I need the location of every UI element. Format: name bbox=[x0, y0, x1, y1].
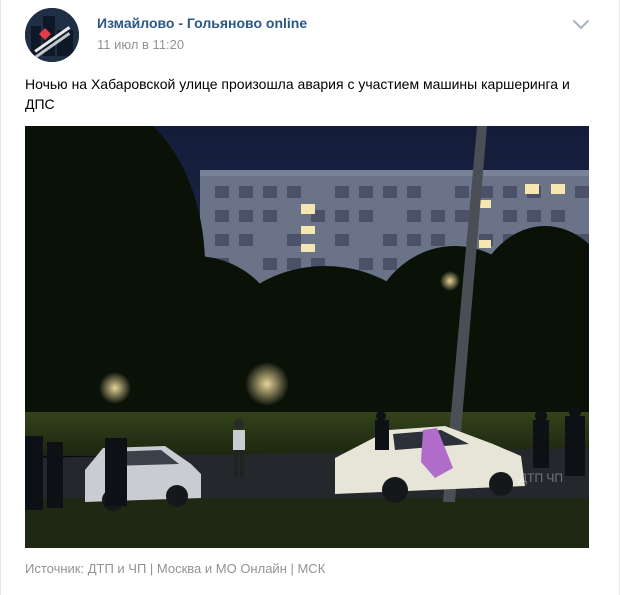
group-avatar[interactable] bbox=[25, 8, 79, 62]
night-accident-photo: ДТП ЧП bbox=[25, 126, 589, 548]
post-text: Ночью на Хабаровской улице произошла ава… bbox=[25, 76, 570, 112]
post-photo[interactable]: ДТП ЧП bbox=[25, 126, 589, 548]
post-card: Измайлово - Гольяново online 11 июл в 11… bbox=[0, 0, 620, 595]
group-avatar-icon bbox=[25, 8, 79, 62]
post-menu-button[interactable] bbox=[573, 18, 589, 30]
post-header: Измайлово - Гольяново online 11 июл в 11… bbox=[1, 0, 619, 66]
post-source: Источник: ДТП и ЧП | Москва и МО Онлайн … bbox=[25, 561, 326, 576]
chevron-down-icon bbox=[573, 20, 589, 29]
group-name-link[interactable]: Измайлово - Гольяново online bbox=[97, 15, 307, 31]
photo-watermark: ДТП ЧП bbox=[519, 471, 563, 485]
post-date[interactable]: 11 июл в 11:20 bbox=[97, 37, 184, 52]
